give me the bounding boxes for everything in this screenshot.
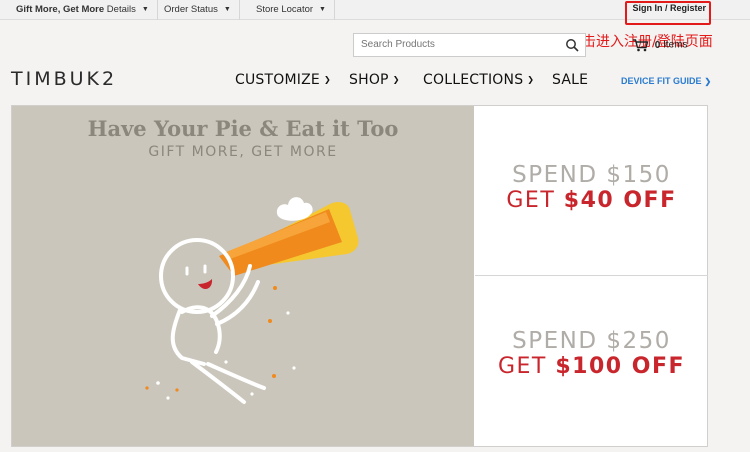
device-fit-guide-link[interactable]: DEVICE FIT GUIDE ❯ — [621, 76, 711, 86]
search-bar[interactable] — [353, 33, 586, 57]
cart-count: 0 — [654, 39, 661, 51]
whipped-cream — [276, 197, 313, 221]
hero-panel[interactable]: Have Your Pie & Eat it Too GIFT MORE, GE… — [12, 106, 474, 446]
search-input[interactable] — [361, 39, 561, 50]
character-mouth — [198, 279, 213, 290]
nav-item-customize[interactable]: CUSTOMIZE ❯ — [235, 72, 331, 88]
chevron-down-icon: ❯ — [527, 75, 535, 84]
chevron-down-icon: ▼ — [223, 6, 231, 13]
nav-item-label: SHOP — [349, 72, 389, 88]
offer-discount-label: GET $40 OFF — [475, 188, 708, 213]
cart-link[interactable]: 0 Items — [632, 38, 688, 52]
nav-item-label: CUSTOMIZE — [235, 72, 320, 88]
store-locator-label: Store Locator — [256, 4, 314, 15]
order-status-label: Order Status — [164, 4, 218, 15]
timbuk2-logo[interactable]: TIMBUK2 — [11, 68, 117, 90]
offer-spend-label: SPEND $150 — [512, 162, 671, 188]
character-leg — [206, 362, 266, 390]
cart-icon — [633, 39, 649, 52]
banner-subtitle: GIFT MORE, GET MORE — [148, 144, 338, 160]
cart-label: Items — [663, 39, 688, 51]
offer-tier-1[interactable]: SPEND $150 GET $40 OFF — [475, 106, 708, 276]
character-head — [159, 238, 235, 314]
character-body — [170, 308, 206, 366]
nav-item-shop[interactable]: SHOP ❯ — [349, 72, 400, 88]
nav-item-label: COLLECTIONS — [423, 72, 524, 88]
chevron-down-icon: ▼ — [141, 6, 149, 13]
chevron-right-icon: ❯ — [704, 77, 712, 86]
offer-get-prefix: GET — [506, 188, 564, 213]
promo-dropdown[interactable]: Gift More, Get More Details ▼ — [8, 0, 158, 20]
promo-label: Gift More, Get More — [16, 4, 105, 15]
offer-amount: $100 OFF — [555, 354, 686, 379]
nav-item-sale[interactable]: SALE — [552, 72, 588, 88]
offer-tier-2[interactable]: SPEND $250 GET $100 OFF — [475, 276, 708, 446]
chevron-down-icon: ❯ — [392, 75, 400, 84]
order-status-dropdown[interactable]: Order Status ▼ — [156, 0, 240, 20]
promo-banner[interactable]: Have Your Pie & Eat it Too GIFT MORE, GE… — [11, 105, 708, 447]
offer-get-prefix: GET — [497, 354, 556, 379]
promo-details-label: Details — [104, 4, 136, 15]
fit-guide-label: DEVICE FIT GUIDE — [621, 76, 702, 86]
nav-item-label: SALE — [552, 72, 589, 88]
offer-spend-label: SPEND $250 — [512, 328, 671, 354]
search-icon[interactable] — [565, 38, 579, 52]
chevron-down-icon: ▼ — [319, 6, 326, 13]
highlight-box — [625, 1, 711, 25]
store-locator-dropdown[interactable]: Store Locator ▼ — [248, 0, 335, 20]
chevron-down-icon: ❯ — [323, 75, 331, 84]
offer-amount: $40 OFF — [563, 188, 677, 213]
nav-item-collections[interactable]: COLLECTIONS ❯ — [423, 72, 534, 88]
banner-title: Have Your Pie & Eat it Too — [87, 116, 399, 141]
offer-discount-label: GET $100 OFF — [475, 354, 708, 379]
